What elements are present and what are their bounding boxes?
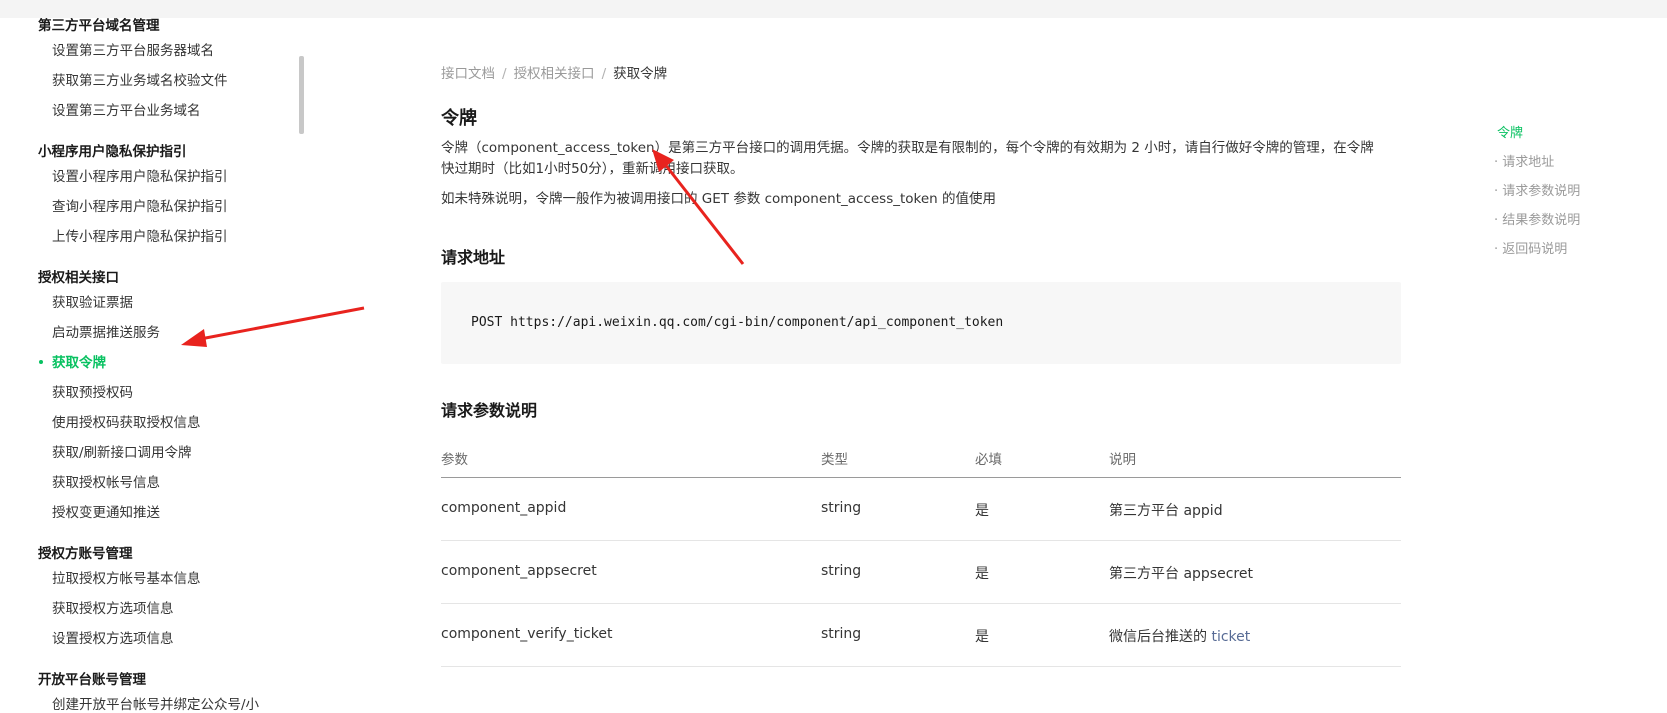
breadcrumb-link[interactable]: 授权相关接口 [514,62,595,82]
sidebar-item[interactable]: 获取/刷新接口调用令牌 [52,441,192,461]
sidebar-item[interactable]: 获取授权方选项信息 [52,597,174,617]
code-block: POST https://api.weixin.qq.com/cgi-bin/c… [441,282,1401,364]
column-header: 类型 [821,452,848,468]
breadcrumb: 接口文档 / 授权相关接口 / 获取令牌 [441,62,667,82]
param-type: string [821,626,862,642]
table-header: 参数 类型 必填 说明 [441,440,1401,478]
sidebar-item[interactable]: 获取授权帐号信息 [52,471,160,491]
section-title-request-url: 请求地址 [441,248,506,267]
sidebar-item[interactable]: 使用授权码获取授权信息 [52,411,201,431]
sidebar-item[interactable]: 上传小程序用户隐私保护指引 [52,225,228,245]
active-dot-icon [39,360,43,364]
sidebar-item[interactable]: 获取验证票据 [52,291,133,311]
section-title-params: 请求参数说明 [441,401,538,420]
param-required: 是 [975,503,989,519]
column-header: 必填 [975,452,1002,468]
sidebar-nav: 第三方平台域名管理 设置第三方平台服务器域名 获取第三方业务域名校验文件 设置第… [0,18,300,713]
toc-item[interactable]: · 结果参数说明 [1494,209,1580,228]
sidebar-item[interactable]: 授权变更通知推送 [52,501,160,521]
breadcrumb-current: 获取令牌 [613,66,668,82]
sidebar-item[interactable]: 设置小程序用户隐私保护指引 [52,165,228,185]
ticket-link[interactable]: ticket [1211,629,1250,645]
intro-line: 令牌（component_access_token）是第三方平台接口的调用凭据。… [441,140,1374,156]
sidebar-item[interactable]: 设置第三方平台服务器域名 [52,39,214,59]
sidebar-item[interactable]: 查询小程序用户隐私保护指引 [52,195,228,215]
toc-item[interactable]: · 请求地址 [1494,151,1554,170]
intro-paragraph: 令牌（component_access_token）是第三方平台接口的调用凭据。… [441,138,1401,180]
top-bar [0,0,1667,18]
param-type: string [821,563,862,579]
breadcrumb-separator: / [502,66,507,82]
param-name: component_appid [441,500,567,516]
sidebar-item[interactable]: 启动票据推送服务 [52,321,160,341]
breadcrumb-separator: / [601,66,607,82]
toc-item[interactable]: · 请求参数说明 [1494,180,1580,199]
table-row: component_appid string 是 第三方平台 appid [441,478,1401,541]
sidebar-item[interactable]: 设置授权方选项信息 [52,627,174,647]
sidebar-item[interactable]: 获取预授权码 [52,381,133,401]
sidebar-item[interactable]: 创建开放平台帐号并绑定公众号/小 [52,693,259,713]
column-header: 参数 [441,452,468,468]
param-name: component_verify_ticket [441,626,613,642]
table-row: component_appsecret string 是 第三方平台 appse… [441,541,1401,604]
sidebar-item[interactable]: 获取第三方业务域名校验文件 [52,69,228,89]
params-table: 参数 类型 必填 说明 component_appid string 是 第三方… [441,440,1401,667]
sidebar-group-title: 第三方平台域名管理 [38,18,160,34]
table-row: component_verify_ticket string 是 微信后台推送的… [441,604,1401,667]
breadcrumb-link[interactable]: 接口文档 [441,62,495,82]
sidebar-item[interactable]: 设置第三方平台业务域名 [52,99,201,119]
toc-item[interactable]: · 返回码说明 [1494,238,1567,257]
param-description: 第三方平台 appid [1109,503,1223,519]
request-url-code: POST https://api.weixin.qq.com/cgi-bin/c… [471,315,1004,330]
sidebar-group-title: 授权方账号管理 [38,546,133,562]
param-required: 是 [975,566,989,582]
param-description: 微信后台推送的 ticket [1109,626,1250,646]
page-title: 令牌 [441,108,477,129]
sidebar-group-title: 小程序用户隐私保护指引 [38,144,187,160]
param-description-text: 微信后台推送的 [1109,629,1212,645]
param-name: component_appsecret [441,563,597,579]
sidebar-scrollbar[interactable] [299,56,304,134]
intro-line: 快过期时（比如1小时50分），重新调用接口获取。 [441,161,744,177]
usage-paragraph: 如未特殊说明，令牌一般作为被调用接口的 GET 参数 component_acc… [441,191,997,207]
sidebar-item-active[interactable]: 获取令牌 [52,351,106,371]
param-description: 第三方平台 appsecret [1109,566,1253,582]
param-type: string [821,500,862,516]
toc-item-active[interactable]: 令牌 [1497,122,1523,141]
sidebar-item[interactable]: 拉取授权方帐号基本信息 [52,567,201,587]
sidebar-group-title: 授权相关接口 [38,270,119,286]
param-required: 是 [975,629,989,645]
column-header: 说明 [1109,452,1136,468]
sidebar-group-title: 开放平台账号管理 [38,672,146,688]
